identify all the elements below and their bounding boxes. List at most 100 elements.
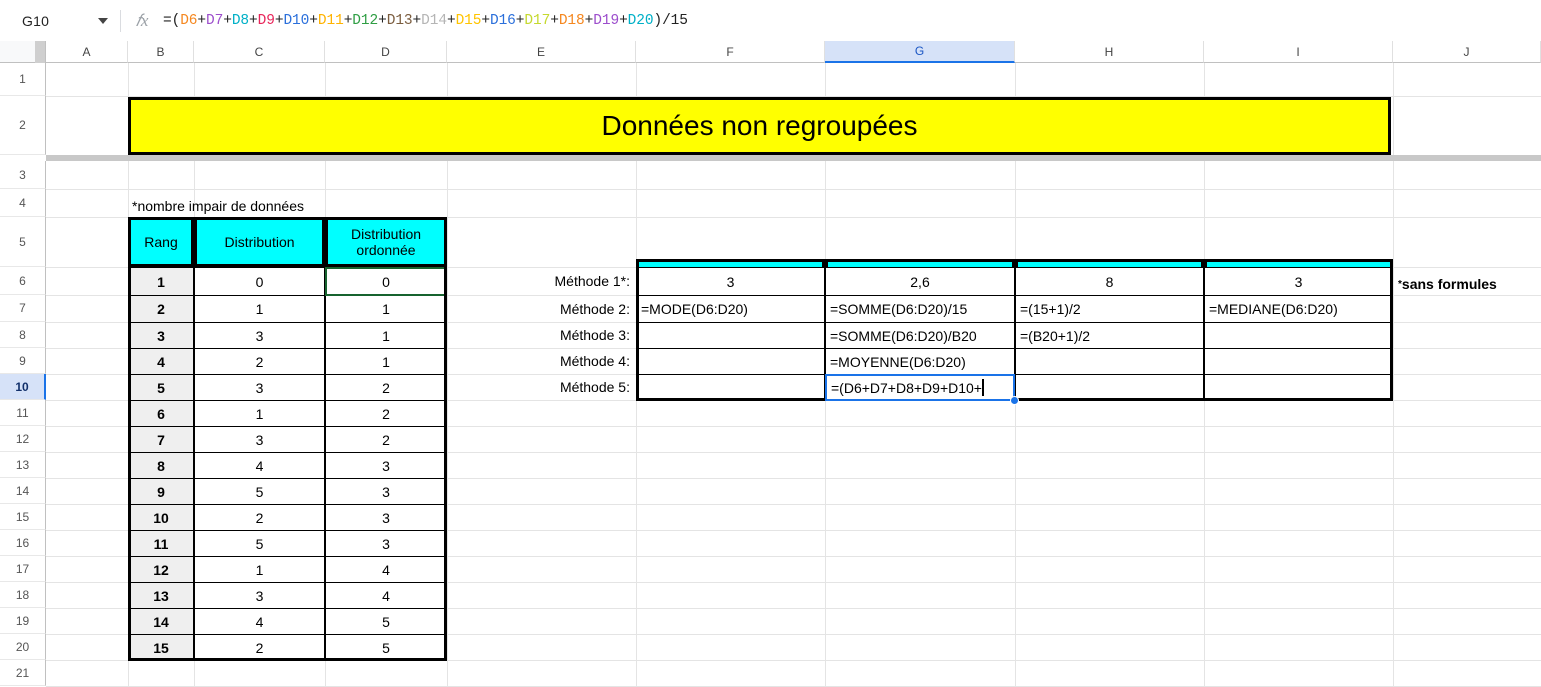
left-table-ordonnee-11[interactable]: 3 bbox=[325, 530, 447, 557]
right-table-r3-mediane[interactable] bbox=[1204, 322, 1393, 349]
left-table-ordonnee-10[interactable]: 3 bbox=[325, 504, 447, 531]
fill-handle[interactable] bbox=[1010, 396, 1019, 405]
row-header-9[interactable]: 9 bbox=[0, 348, 46, 374]
left-table-ordonnee-4[interactable]: 1 bbox=[325, 348, 447, 375]
name-box[interactable]: G10 bbox=[0, 0, 120, 41]
left-table-rang-9[interactable]: 9 bbox=[128, 478, 194, 505]
row-header-19[interactable]: 19 bbox=[0, 608, 46, 634]
row-header-15[interactable]: 15 bbox=[0, 504, 46, 530]
column-header-I[interactable]: I bbox=[1204, 41, 1393, 63]
right-table-r2-mode[interactable]: =MODE(D6:D20) bbox=[636, 295, 825, 323]
row-header-6[interactable]: 6 bbox=[0, 267, 46, 295]
left-table-rang-14[interactable]: 14 bbox=[128, 608, 194, 635]
formula-input[interactable]: =(D6+D7+D8+D9+D10+D11+D12+D13+D14+D15+D1… bbox=[163, 13, 1541, 29]
spreadsheet-grid[interactable]: ABCDEFGHIJ 12345678910111213141516171819… bbox=[0, 41, 1541, 686]
right-table-r4-moyenne[interactable]: =MOYENNE(D6:D20) bbox=[825, 348, 1015, 375]
right-table-r2-moyenne[interactable]: =SOMME(D6:D20)/15 bbox=[825, 295, 1015, 323]
column-header-J[interactable]: J bbox=[1393, 41, 1541, 63]
left-table-distribution-10[interactable]: 2 bbox=[194, 504, 325, 531]
row-header-2[interactable]: 2 bbox=[0, 96, 46, 155]
left-table-ordonnee-2[interactable]: 1 bbox=[325, 295, 447, 323]
right-table-r4-mode[interactable] bbox=[636, 348, 825, 375]
left-table-distribution-9[interactable]: 5 bbox=[194, 478, 325, 505]
left-table-ordonnee-3[interactable]: 1 bbox=[325, 322, 447, 349]
left-table-rang-7[interactable]: 7 bbox=[128, 426, 194, 453]
chevron-down-icon[interactable] bbox=[98, 18, 108, 24]
left-table-rang-6[interactable]: 6 bbox=[128, 400, 194, 427]
row-header-1[interactable]: 1 bbox=[0, 63, 46, 96]
left-table-rang-15[interactable]: 15 bbox=[128, 634, 194, 661]
right-table-r5-mediane[interactable] bbox=[1204, 374, 1393, 401]
row-header-10[interactable]: 10 bbox=[0, 374, 46, 400]
left-table-rang-3[interactable]: 3 bbox=[128, 322, 194, 349]
left-table-distribution-15[interactable]: 2 bbox=[194, 634, 325, 661]
row-header-3[interactable]: 3 bbox=[0, 161, 46, 189]
column-header-A[interactable]: A bbox=[46, 41, 128, 63]
left-table-distribution-14[interactable]: 4 bbox=[194, 608, 325, 635]
column-header-B[interactable]: B bbox=[128, 41, 194, 63]
right-table-r1-mediane[interactable]: 3 bbox=[1204, 267, 1393, 296]
column-header-H[interactable]: H bbox=[1015, 41, 1204, 63]
left-table-rang-12[interactable]: 12 bbox=[128, 556, 194, 583]
column-header-E[interactable]: E bbox=[447, 41, 636, 63]
right-table-r3-moyenne[interactable]: =SOMME(D6:D20)/B20 bbox=[825, 322, 1015, 349]
right-table-r4-rang[interactable] bbox=[1015, 348, 1204, 375]
row-header-13[interactable]: 13 bbox=[0, 452, 46, 478]
left-table-ordonnee-15[interactable]: 5 bbox=[325, 634, 447, 661]
left-table-rang-2[interactable]: 2 bbox=[128, 295, 194, 323]
left-table-ordonnee-5[interactable]: 2 bbox=[325, 374, 447, 401]
row-header-5[interactable]: 5 bbox=[0, 217, 46, 267]
column-header-C[interactable]: C bbox=[194, 41, 325, 63]
left-table-rang-11[interactable]: 11 bbox=[128, 530, 194, 557]
column-header-D[interactable]: D bbox=[325, 41, 447, 63]
right-table-r5-rang[interactable] bbox=[1015, 374, 1204, 401]
left-table-rang-1[interactable]: 1 bbox=[128, 267, 194, 296]
left-table-ordonnee-8[interactable]: 3 bbox=[325, 452, 447, 479]
left-table-ordonnee-13[interactable]: 4 bbox=[325, 582, 447, 609]
right-table-r2-mediane[interactable]: =MEDIANE(D6:D20) bbox=[1204, 295, 1393, 323]
active-cell-G10[interactable]: =(D6+D7+D8+D9+D10+ bbox=[825, 374, 1015, 401]
left-table-rang-8[interactable]: 8 bbox=[128, 452, 194, 479]
row-header-18[interactable]: 18 bbox=[0, 582, 46, 608]
left-table-rang-10[interactable]: 10 bbox=[128, 504, 194, 531]
left-table-distribution-13[interactable]: 3 bbox=[194, 582, 325, 609]
row-header-16[interactable]: 16 bbox=[0, 530, 46, 556]
left-table-distribution-8[interactable]: 4 bbox=[194, 452, 325, 479]
select-all-corner[interactable] bbox=[0, 41, 46, 63]
left-table-distribution-12[interactable]: 1 bbox=[194, 556, 325, 583]
left-table-rang-5[interactable]: 5 bbox=[128, 374, 194, 401]
row-header-21[interactable]: 21 bbox=[0, 660, 46, 686]
left-table-distribution-1[interactable]: 0 bbox=[194, 267, 325, 296]
left-table-ordonnee-14[interactable]: 5 bbox=[325, 608, 447, 635]
right-table-r1-mode[interactable]: 3 bbox=[636, 267, 825, 296]
column-header-F[interactable]: F bbox=[636, 41, 825, 63]
left-table-ordonnee-6[interactable]: 2 bbox=[325, 400, 447, 427]
left-table-distribution-11[interactable]: 5 bbox=[194, 530, 325, 557]
row-header-20[interactable]: 20 bbox=[0, 634, 46, 660]
right-table-r1-moyenne[interactable]: 2,6 bbox=[825, 267, 1015, 296]
left-table-rang-13[interactable]: 13 bbox=[128, 582, 194, 609]
right-table-r4-mediane[interactable] bbox=[1204, 348, 1393, 375]
row-header-11[interactable]: 11 bbox=[0, 400, 46, 426]
right-table-r5-mode[interactable] bbox=[636, 374, 825, 401]
row-header-4[interactable]: 4 bbox=[0, 189, 46, 217]
left-table-distribution-7[interactable]: 3 bbox=[194, 426, 325, 453]
right-table-r1-rang[interactable]: 8 bbox=[1015, 267, 1204, 296]
left-table-distribution-2[interactable]: 1 bbox=[194, 295, 325, 323]
row-header-7[interactable]: 7 bbox=[0, 295, 46, 322]
left-table-rang-4[interactable]: 4 bbox=[128, 348, 194, 375]
left-table-distribution-5[interactable]: 3 bbox=[194, 374, 325, 401]
right-table-r3-rang[interactable]: =(B20+1)/2 bbox=[1015, 322, 1204, 349]
right-table-r2-rang[interactable]: =(15+1)/2 bbox=[1015, 295, 1204, 323]
left-table-distribution-4[interactable]: 2 bbox=[194, 348, 325, 375]
row-header-17[interactable]: 17 bbox=[0, 556, 46, 582]
left-table-distribution-3[interactable]: 3 bbox=[194, 322, 325, 349]
left-table-ordonnee-12[interactable]: 4 bbox=[325, 556, 447, 583]
right-table-r3-mode[interactable] bbox=[636, 322, 825, 349]
named-range-cell-D6[interactable]: 0 bbox=[325, 267, 447, 296]
left-table-distribution-6[interactable]: 1 bbox=[194, 400, 325, 427]
left-table-ordonnee-9[interactable]: 3 bbox=[325, 478, 447, 505]
row-header-14[interactable]: 14 bbox=[0, 478, 46, 504]
row-header-8[interactable]: 8 bbox=[0, 322, 46, 348]
row-header-12[interactable]: 12 bbox=[0, 426, 46, 452]
